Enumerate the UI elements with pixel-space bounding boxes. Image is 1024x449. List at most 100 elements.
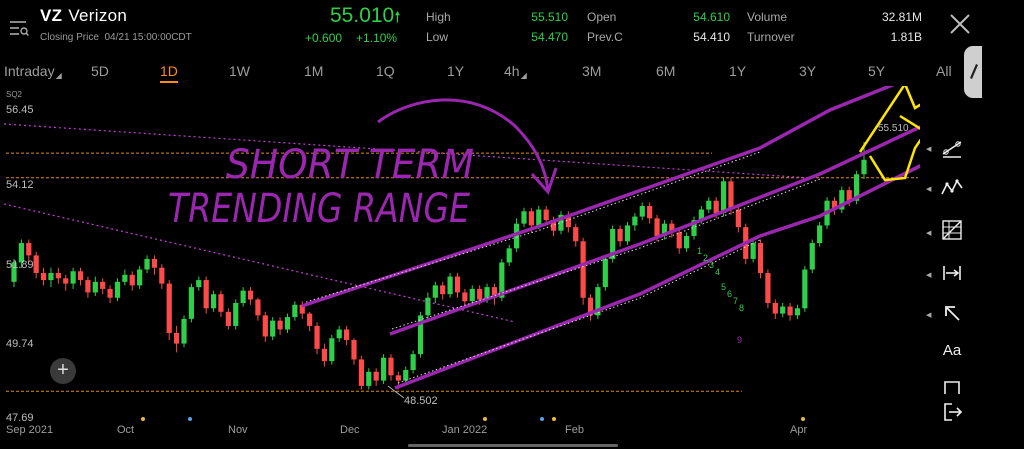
stat-label-low: Low <box>426 30 449 44</box>
partial-top-label: SQ2 <box>6 90 23 99</box>
candle-down <box>728 181 734 210</box>
candle-up <box>684 235 690 249</box>
price-value: 55.010 <box>330 4 395 27</box>
event-dot[interactable] <box>540 417 544 421</box>
add-indicator-button[interactable]: + <box>50 358 76 384</box>
candle-up <box>780 306 786 314</box>
stat-value-low: 54.470 <box>531 30 568 44</box>
candle-down <box>277 320 283 330</box>
text-tool[interactable]: Aa <box>937 336 967 364</box>
submenu-triangle-icon: ◀ <box>926 312 932 319</box>
tab-4h[interactable]: 4h◢ <box>504 63 527 80</box>
candle-up <box>92 281 98 293</box>
trendline-tool[interactable] <box>937 134 967 162</box>
symbol: VZ <box>40 6 63 25</box>
stat-label-volume: Volume <box>747 10 788 24</box>
candle-down <box>344 329 350 341</box>
candle-down <box>203 280 209 309</box>
candle-up <box>122 274 128 282</box>
trendline-icon <box>942 141 962 158</box>
tab-1y-long[interactable]: 1Y <box>729 63 746 79</box>
candle-up <box>410 354 416 371</box>
candle-up <box>432 285 438 298</box>
x-tick-label: Jan 2022 <box>442 424 488 436</box>
tab-label: 1D <box>160 63 178 79</box>
candle-up <box>329 338 335 362</box>
event-dot[interactable] <box>483 417 487 421</box>
tab-6m[interactable]: 6M <box>656 63 675 79</box>
candle-down <box>647 206 653 219</box>
candle-up <box>750 243 756 259</box>
tab-label: 4h <box>504 63 520 79</box>
td-count-label: 4 <box>715 267 720 277</box>
tab-label: Intraday <box>4 63 55 79</box>
scroll-indicator[interactable] <box>408 444 618 447</box>
candle-down <box>107 288 113 298</box>
low-marker-label: 48.502 <box>404 395 438 407</box>
candle-up <box>196 280 202 288</box>
quote-header: VZ Verizon Closing Price 04/21 15:00:00CD… <box>0 0 1024 56</box>
tab-1d[interactable]: 1D <box>160 63 178 83</box>
x-tick-label: Nov <box>228 424 248 436</box>
candle-up <box>817 225 823 244</box>
td-count-label: 2 <box>703 253 708 263</box>
tab-intraday[interactable]: Intraday◢ <box>4 63 62 80</box>
price-change: +0.600 +1.10% <box>305 31 411 45</box>
y-tick-label: 54.12 <box>6 179 34 191</box>
tab-5y[interactable]: 5Y <box>868 63 885 79</box>
candle-up <box>706 200 712 210</box>
tab-1m[interactable]: 1M <box>304 63 323 79</box>
wave-tool[interactable] <box>937 174 967 202</box>
candle-down <box>765 273 771 304</box>
candle-down <box>100 281 106 289</box>
candle-up <box>720 181 727 214</box>
menu-icon[interactable] <box>8 18 30 38</box>
rectangle-tool[interactable] <box>937 372 967 400</box>
text-tool-label: Aa <box>942 341 962 359</box>
x-tick-label: Feb <box>565 424 584 436</box>
dropdown-triangle-icon: ◢ <box>520 71 527 80</box>
measure-tool[interactable] <box>937 259 967 287</box>
event-dot[interactable] <box>141 417 145 421</box>
close-icon[interactable] <box>946 10 974 38</box>
td-count-label: 3 <box>709 260 714 270</box>
event-dot[interactable] <box>801 417 805 421</box>
candle-up <box>506 248 512 263</box>
stat-label-prevc: Prev.C <box>587 30 623 44</box>
tab-1y[interactable]: 1Y <box>447 63 464 79</box>
tab-1w[interactable]: 1W <box>229 63 250 79</box>
candle-up <box>270 320 276 337</box>
candle-up <box>425 297 431 316</box>
candle-down <box>654 218 660 236</box>
tab-1q[interactable]: 1Q <box>376 63 395 79</box>
tab-5d[interactable]: 5D <box>91 63 109 79</box>
candle-down <box>151 258 158 268</box>
candle-down <box>395 375 401 381</box>
candle-down <box>543 209 549 221</box>
exit-drawing-tool[interactable] <box>937 398 967 426</box>
stat-label-open: Open <box>587 10 617 24</box>
candle-down <box>573 227 579 242</box>
candle-down <box>772 303 778 314</box>
candle-up <box>602 258 608 288</box>
candle-up <box>336 329 342 339</box>
candle-up <box>794 308 801 316</box>
y-tick-label: 49.74 <box>6 338 34 350</box>
candle-down <box>351 340 357 360</box>
candle-up <box>624 225 631 242</box>
candle-down <box>757 243 764 274</box>
tab-3m[interactable]: 3M <box>582 63 601 79</box>
candle-down <box>26 243 32 256</box>
fib-grid-tool[interactable] <box>937 216 967 244</box>
arrow-tool[interactable] <box>937 299 967 327</box>
candle-up <box>639 206 645 217</box>
candle-up <box>181 318 187 344</box>
exit-icon <box>944 403 963 421</box>
active-underline <box>160 81 178 83</box>
event-dot[interactable] <box>188 417 192 421</box>
tab-3y[interactable]: 3Y <box>799 63 816 79</box>
change-value: +0.600 <box>305 31 343 45</box>
event-dot[interactable] <box>552 417 556 421</box>
company-name: Verizon <box>68 6 128 25</box>
candlestick-chart[interactable]: 12345678 9 SHORT TERM TRENDING RANGE 48.5… <box>0 86 920 432</box>
